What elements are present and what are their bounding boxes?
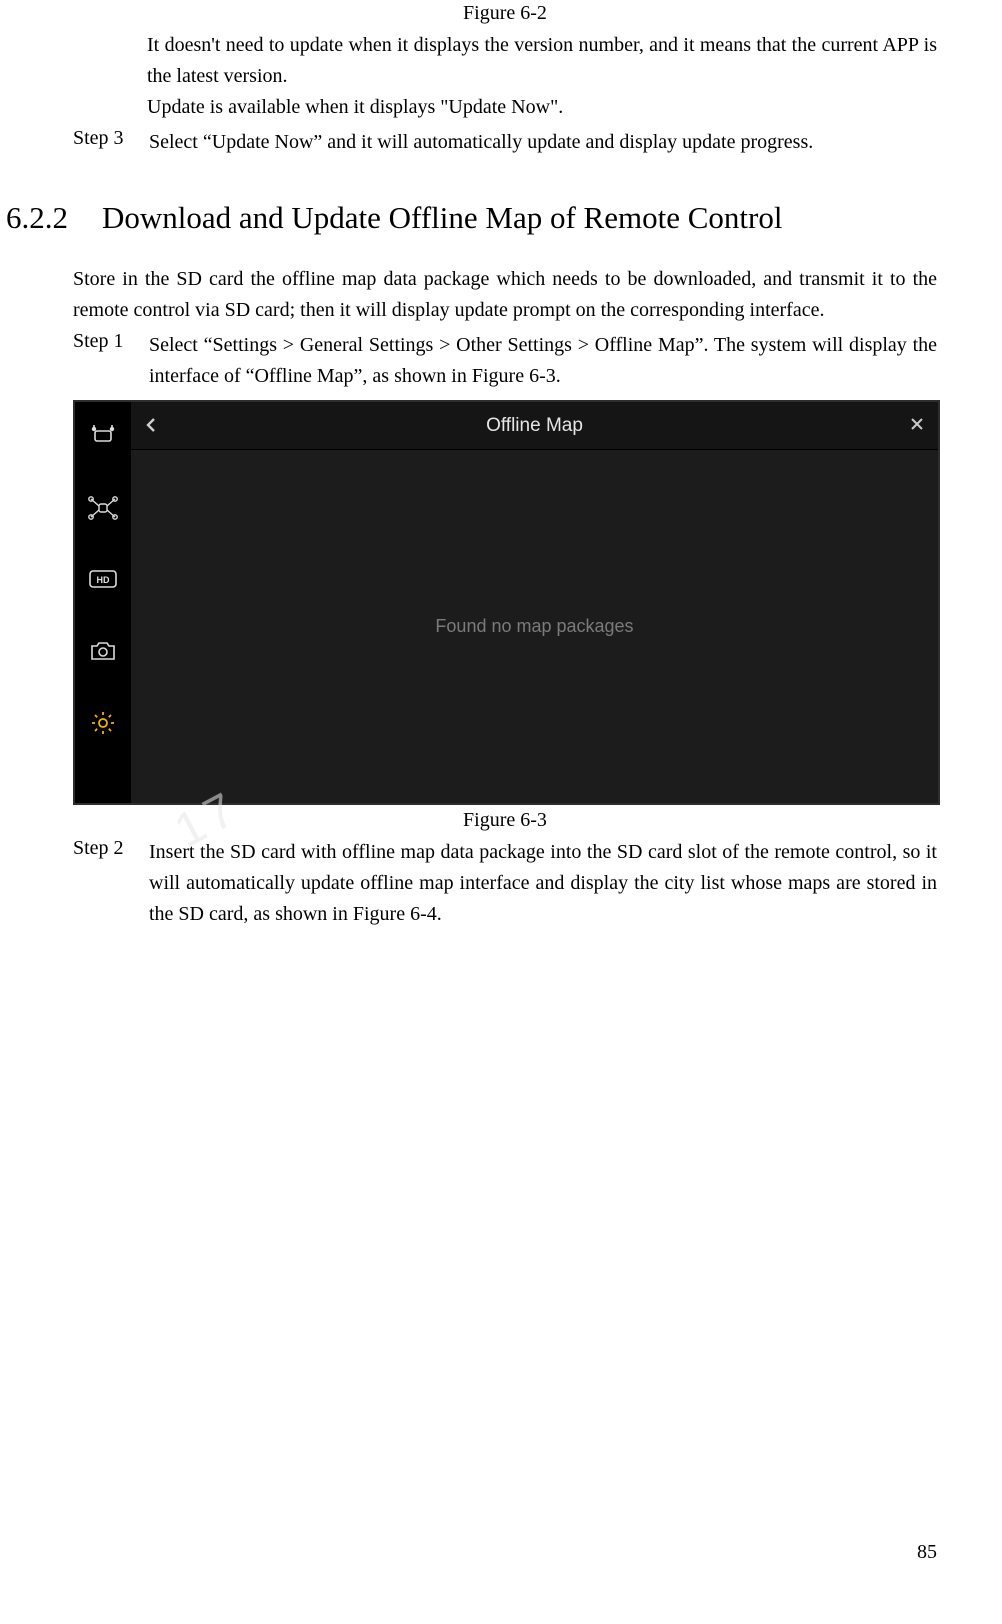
step-3-text: Select “Update Now” and it will automati… bbox=[149, 127, 937, 158]
step-2-text: Insert the SD card with offline map data… bbox=[149, 837, 937, 930]
page-number: 85 bbox=[917, 1541, 937, 1564]
aircraft-icon[interactable] bbox=[88, 492, 118, 522]
screenshot-header: Offline Map bbox=[131, 402, 938, 450]
offline-map-screenshot: HD Offline Map Found no map packages bbox=[73, 400, 940, 805]
figure-caption-top: Figure 6-2 bbox=[73, 2, 937, 25]
camera-icon[interactable] bbox=[88, 636, 118, 666]
close-icon[interactable] bbox=[910, 415, 924, 436]
gear-icon[interactable] bbox=[88, 708, 118, 738]
step-1-label: Step 1 bbox=[73, 330, 149, 392]
step-2-row: Step 2 Insert the SD card with offline m… bbox=[73, 837, 937, 930]
step-3-row: Step 3 Select “Update Now” and it will a… bbox=[73, 127, 937, 158]
note-line-1: It doesn't need to update when it displa… bbox=[147, 30, 937, 92]
remote-icon[interactable] bbox=[88, 420, 118, 450]
empty-message: Found no map packages bbox=[435, 616, 633, 637]
svg-text:HD: HD bbox=[97, 575, 110, 585]
step-3-label: Step 3 bbox=[73, 127, 149, 158]
screenshot-main: Offline Map Found no map packages bbox=[131, 402, 938, 803]
figure-caption-mid: Figure 6-3 bbox=[73, 809, 937, 832]
step-2-label: Step 2 bbox=[73, 837, 149, 930]
heading-title: Download and Update Offline Map of Remot… bbox=[102, 200, 782, 236]
section-heading: 6.2.2 Download and Update Offline Map of… bbox=[6, 200, 937, 236]
note-line-2: Update is available when it displays "Up… bbox=[147, 92, 937, 123]
step-1-row: Step 1 Select “Settings > General Settin… bbox=[73, 330, 937, 392]
screenshot-body: Found no map packages bbox=[131, 450, 938, 803]
screenshot-title: Offline Map bbox=[131, 415, 938, 437]
step-1-text: Select “Settings > General Settings > Ot… bbox=[149, 330, 937, 392]
hd-icon[interactable]: HD bbox=[88, 564, 118, 594]
heading-number: 6.2.2 bbox=[6, 200, 68, 236]
screenshot-sidebar: HD bbox=[75, 402, 131, 803]
intro-paragraph: Store in the SD card the offline map dat… bbox=[73, 264, 937, 326]
